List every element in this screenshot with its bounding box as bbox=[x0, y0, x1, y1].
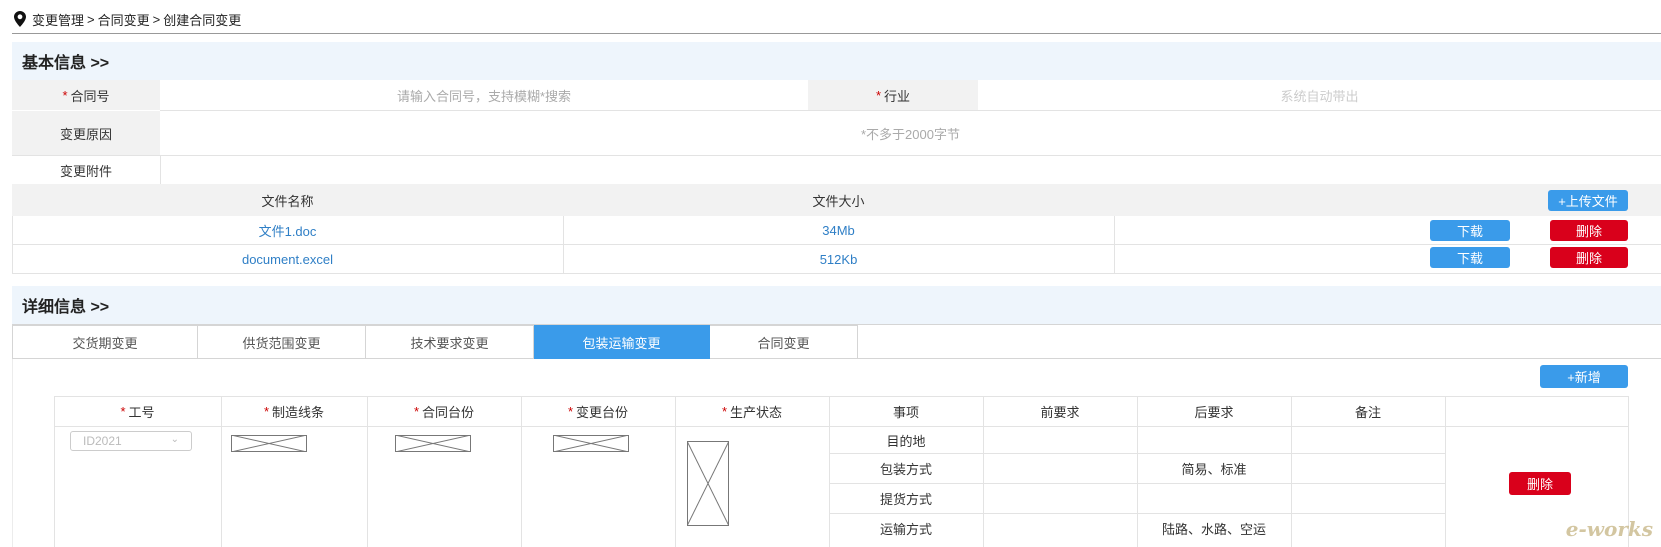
chevron-down-icon: ⌄ bbox=[170, 434, 179, 445]
column-header-production-line: * 制造线条 bbox=[263, 403, 325, 420]
file-name-column-header: 文件名称 bbox=[261, 193, 314, 209]
item-name: 包装方式 bbox=[879, 462, 932, 477]
watermark-logo: e-works bbox=[1565, 517, 1653, 541]
production-status-placeholder[interactable] bbox=[687, 441, 729, 526]
cell-divider bbox=[563, 216, 564, 273]
contract-units-placeholder[interactable] bbox=[395, 435, 471, 452]
column-header-contract-units: * 合同台份 bbox=[413, 403, 475, 420]
row-divider bbox=[12, 273, 1661, 274]
column-divider bbox=[1445, 396, 1446, 547]
column-header-change-units: * 变更台份 bbox=[567, 403, 629, 420]
cell-divider bbox=[1114, 216, 1115, 273]
location-pin-icon bbox=[14, 11, 26, 27]
contract-no-label: * 合同号 bbox=[12, 80, 160, 110]
column-header-job-no: * 工号 bbox=[120, 403, 155, 420]
column-divider bbox=[221, 396, 222, 547]
item-name: 提货方式 bbox=[879, 492, 932, 507]
industry-field: 系统自动带出 bbox=[1280, 88, 1359, 104]
column-header-after: 后要求 bbox=[1194, 404, 1234, 420]
column-header-before: 前要求 bbox=[1040, 404, 1080, 420]
header-divider bbox=[12, 33, 1661, 34]
tab-packaging-transport-change[interactable]: 包装运输变更 bbox=[534, 325, 710, 359]
breadcrumb-current: 创建合同变更 bbox=[163, 12, 242, 28]
file-size-column-header: 文件大小 bbox=[812, 193, 865, 209]
column-divider bbox=[521, 396, 522, 547]
column-header-item: 事项 bbox=[892, 404, 919, 420]
file-size: 512Kb bbox=[819, 251, 858, 267]
tab-contract-change[interactable]: 合同变更 bbox=[710, 325, 858, 359]
column-divider bbox=[54, 396, 55, 547]
file-name-link[interactable]: 文件1.doc bbox=[12, 216, 563, 244]
breadcrumb-item[interactable]: 合同变更 bbox=[98, 10, 150, 29]
attachment-label: 变更附件 bbox=[59, 163, 112, 179]
change-reason-label: 变更原因 bbox=[12, 111, 160, 155]
column-divider bbox=[983, 396, 984, 547]
panel-border bbox=[12, 359, 13, 547]
change-units-placeholder[interactable] bbox=[553, 435, 629, 452]
delete-row-button[interactable]: 删除 bbox=[1509, 472, 1571, 495]
row-divider bbox=[12, 155, 1661, 156]
column-divider bbox=[367, 396, 368, 547]
cell-divider bbox=[160, 156, 161, 184]
after-requirement[interactable]: 陆路、水路、空运 bbox=[1137, 514, 1291, 543]
column-header-remark: 备注 bbox=[1354, 404, 1381, 420]
add-row-button[interactable]: +新增 bbox=[1540, 365, 1628, 388]
basic-info-title: 基本信息 >> bbox=[12, 42, 1661, 80]
upload-file-button[interactable]: +上传文件 bbox=[1548, 190, 1628, 211]
file-size: 34Mb bbox=[822, 222, 855, 238]
breadcrumb-separator: > bbox=[87, 11, 95, 27]
tab-delivery-change[interactable]: 交货期变更 bbox=[12, 325, 198, 359]
breadcrumb-item[interactable]: 变更管理 bbox=[32, 10, 84, 29]
breadcrumb-separator: > bbox=[152, 11, 161, 27]
detail-info-title: 详细信息 >> bbox=[12, 286, 1661, 324]
production-line-placeholder[interactable] bbox=[231, 435, 307, 452]
item-name: 目的地 bbox=[886, 433, 926, 449]
download-button[interactable]: 下载 bbox=[1430, 247, 1510, 268]
column-divider bbox=[675, 396, 676, 547]
breadcrumb: 变更管理 > 合同变更 > 创建合同变更 bbox=[14, 8, 241, 30]
file-name-link[interactable]: document.excel bbox=[12, 245, 563, 273]
tab-bar-bottom-border bbox=[858, 358, 1661, 359]
cell-divider bbox=[12, 216, 13, 273]
contract-no-input[interactable]: 请输入合同号，支持模糊*搜索 bbox=[160, 80, 808, 110]
tab-supply-scope-change[interactable]: 供货范围变更 bbox=[198, 325, 366, 359]
item-name: 运输方式 bbox=[879, 522, 932, 537]
delete-file-button[interactable]: 删除 bbox=[1550, 220, 1628, 241]
download-button[interactable]: 下载 bbox=[1430, 220, 1510, 241]
column-header-production-status: * 生产状态 bbox=[721, 403, 783, 420]
delete-file-button[interactable]: 删除 bbox=[1550, 247, 1628, 268]
column-divider bbox=[1291, 396, 1292, 547]
change-reason-textarea[interactable]: *不多于2000字节 bbox=[160, 111, 1661, 155]
tab-technical-change[interactable]: 技术要求变更 bbox=[366, 325, 534, 359]
industry-label: * 行业 bbox=[808, 80, 978, 110]
after-requirement[interactable]: 简易、标准 bbox=[1137, 454, 1291, 483]
job-no-select[interactable]: ID2021 ⌄ bbox=[70, 431, 192, 451]
